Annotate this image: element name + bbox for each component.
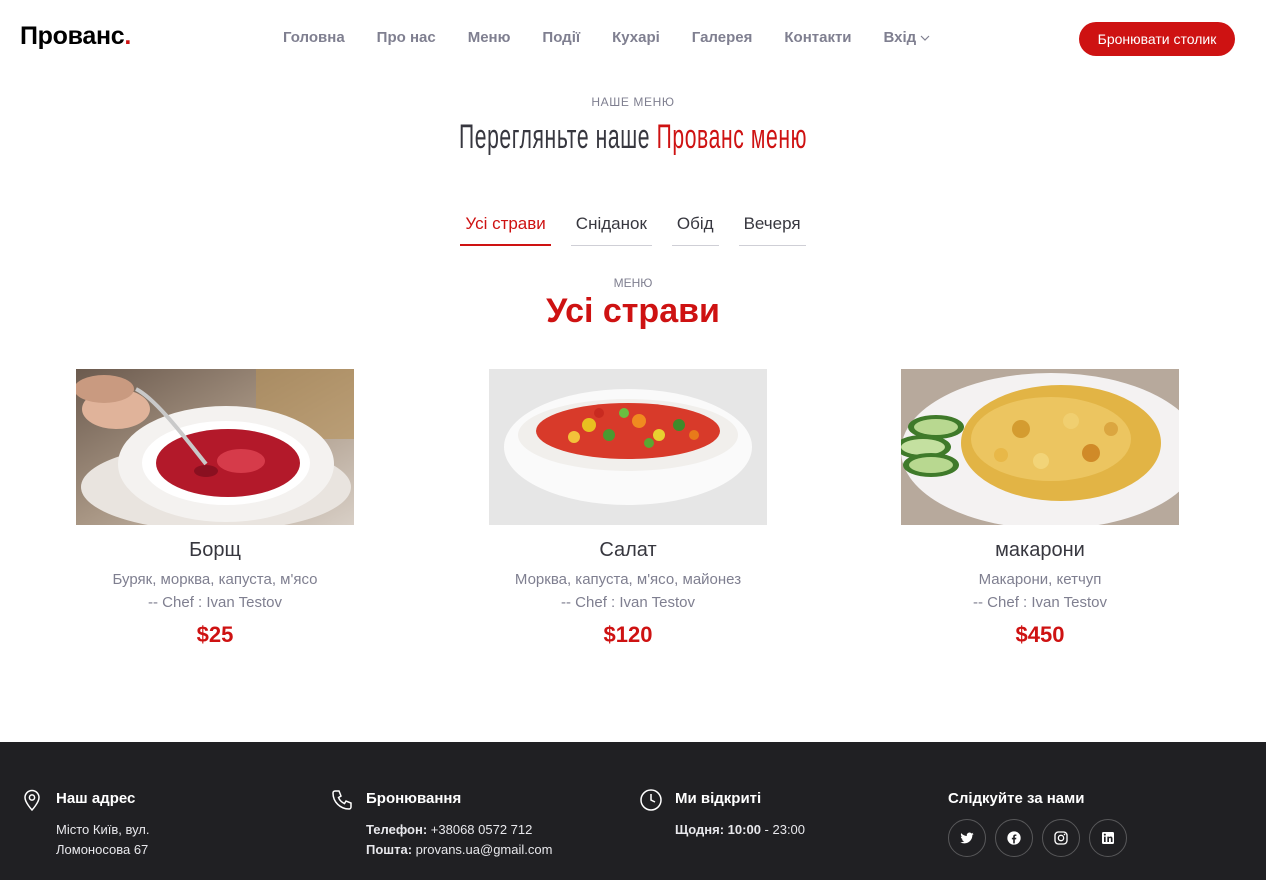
section-title: Перегляньте наше Прованс меню — [241, 118, 1026, 157]
footer-address-line2: Ломоносова 67 — [56, 842, 149, 857]
footer-booking-title: Бронювання — [366, 790, 462, 807]
nav-chefs[interactable]: Кухарі — [596, 28, 676, 48]
linkedin-link[interactable] — [1089, 819, 1127, 857]
nav-about[interactable]: Про нас — [361, 28, 452, 48]
instagram-link[interactable] — [1042, 819, 1080, 857]
hours-close: - 23:00 — [764, 822, 806, 837]
phone-icon — [332, 790, 352, 810]
footer-hours-text: Щодня: 10:00 - 23:00 — [675, 820, 805, 840]
tab-all-dishes[interactable]: Усі страви — [460, 212, 551, 246]
nav-home[interactable]: Головна — [267, 28, 361, 48]
nav-events[interactable]: Події — [526, 28, 596, 48]
facebook-icon — [1007, 831, 1021, 845]
pasta-photo[interactable] — [901, 369, 1179, 525]
section-title-main: Перегляньте наше — [458, 118, 651, 156]
nav-login[interactable]: Вхід — [868, 28, 947, 48]
hours-open: 10:00 — [727, 822, 761, 837]
tab-lunch[interactable]: Обід — [671, 212, 719, 246]
menu-item: Салат Морква, капуста, м'ясо, майонез --… — [489, 369, 767, 647]
email-address[interactable]: provans.ua@gmail.com — [416, 842, 553, 857]
phone-number[interactable]: +38068 0572 712 — [431, 822, 533, 837]
footer-address-title: Наш адрес — [56, 790, 136, 807]
section-subtitle: Наше меню — [591, 95, 675, 109]
map-pin-icon — [24, 789, 40, 812]
hours-days-label: Щодня: — [675, 822, 725, 837]
twitter-link[interactable] — [948, 819, 986, 857]
menu-item-price: $120 — [603, 622, 653, 647]
category-subtitle: Меню — [613, 276, 653, 290]
main-nav: Головна Про нас Меню Події Кухарі Галере… — [267, 28, 946, 48]
linkedin-icon — [1102, 832, 1114, 844]
tab-dinner[interactable]: Вечеря — [738, 212, 806, 246]
nav-login-label: Вхід — [883, 29, 917, 46]
menu-item-ingredients: Макарони, кетчуп — [978, 571, 1102, 588]
menu-item-chef: -- Chef : Ivan Testov — [561, 594, 695, 611]
site-footer: Наш адрес Місто Київ, вул. Ломоносова 67… — [0, 742, 1266, 880]
menu-item-ingredients: Буряк, морква, капуста, м'ясо — [112, 571, 318, 588]
footer-social-title: Слідкуйте за нами — [948, 790, 1085, 807]
nav-contacts[interactable]: Контакти — [768, 28, 867, 48]
twitter-icon — [960, 832, 974, 844]
menu-item-ingredients: Морква, капуста, м'ясо, майонез — [514, 571, 742, 588]
chevron-down-icon — [920, 28, 930, 48]
menu-item-chef: -- Chef : Ivan Testov — [973, 594, 1107, 611]
menu-item: макарони Макарони, кетчуп -- Chef : Ivan… — [901, 369, 1179, 647]
section-title-accent: Прованс меню — [656, 118, 808, 156]
footer-address-text: Місто Київ, вул. Ломоносова 67 — [56, 820, 149, 860]
menu-tabs: Усі страви Сніданок Обід Вечеря — [0, 212, 1266, 246]
menu-item-price: $450 — [1015, 622, 1065, 647]
category-title: Усі страви — [546, 292, 720, 330]
menu-item-name: макарони — [995, 539, 1085, 561]
menu-item-price: $25 — [196, 622, 234, 647]
footer-booking-text: Телефон: +38068 0572 712 Пошта: provans.… — [366, 820, 552, 860]
clock-icon — [640, 789, 662, 811]
email-label: Пошта: — [366, 842, 413, 857]
instagram-icon — [1054, 831, 1068, 845]
book-table-button[interactable]: Бронювати столик — [1079, 22, 1235, 56]
footer-hours-title: Ми відкриті — [675, 790, 762, 807]
nav-menu[interactable]: Меню — [452, 28, 527, 48]
nav-gallery[interactable]: Галерея — [676, 28, 769, 48]
phone-label: Телефон: — [366, 822, 428, 837]
menu-item-name: Салат — [599, 539, 657, 561]
menu-item: Борщ Буряк, морква, капуста, м'ясо -- Ch… — [76, 369, 354, 647]
site-header: Прованс. Головна Про нас Меню Події Куха… — [0, 0, 1266, 78]
salad-photo[interactable] — [489, 369, 767, 525]
tab-breakfast[interactable]: Сніданок — [570, 212, 652, 246]
facebook-link[interactable] — [995, 819, 1033, 857]
menu-item-name: Борщ — [189, 539, 241, 561]
logo[interactable]: Прованс. — [20, 22, 131, 51]
logo-dot: . — [124, 22, 132, 50]
menu-item-chef: -- Chef : Ivan Testov — [148, 594, 282, 611]
borscht-photo[interactable] — [76, 369, 354, 525]
footer-address-line1: Місто Київ, вул. — [56, 822, 150, 837]
social-links — [948, 819, 1127, 857]
